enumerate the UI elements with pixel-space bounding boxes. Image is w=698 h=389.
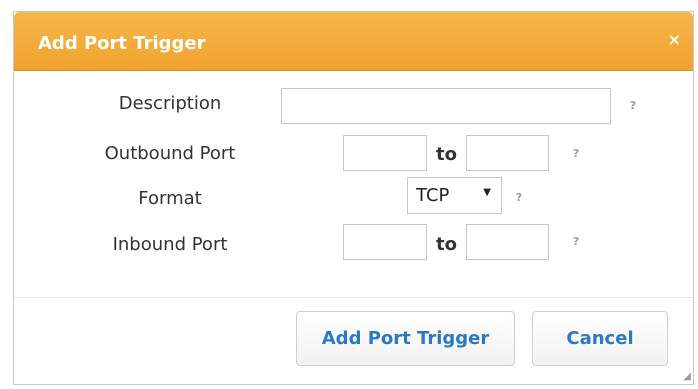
format-label: Format: [138, 188, 202, 209]
add-port-trigger-dialog: Add Port Trigger × Description ? Outboun…: [13, 11, 694, 385]
inbound-port-from-input[interactable]: [343, 224, 427, 260]
inbound-to-label: to: [436, 234, 457, 255]
inbound-port-label: Inbound Port: [112, 234, 228, 255]
outbound-port-from-input[interactable]: [343, 135, 427, 171]
add-port-trigger-button[interactable]: Add Port Trigger: [296, 311, 515, 366]
format-selected-value: TCP: [416, 185, 450, 206]
outbound-port-to-input[interactable]: [466, 135, 549, 171]
format-select[interactable]: TCP ▼: [407, 177, 502, 214]
help-icon[interactable]: ?: [512, 191, 526, 205]
dialog-title: Add Port Trigger: [38, 33, 206, 54]
help-icon[interactable]: ?: [569, 147, 583, 161]
chevron-down-icon: ▼: [483, 187, 491, 198]
description-label: Description: [118, 93, 222, 114]
cancel-button[interactable]: Cancel: [532, 311, 668, 366]
help-icon[interactable]: ?: [626, 99, 640, 113]
outbound-to-label: to: [436, 144, 457, 165]
footer-divider: [14, 297, 693, 298]
outbound-port-label: Outbound Port: [104, 143, 236, 164]
help-icon[interactable]: ?: [569, 235, 583, 249]
dialog-header: Add Port Trigger ×: [14, 12, 693, 71]
description-input[interactable]: [281, 88, 611, 124]
close-icon[interactable]: ×: [668, 30, 681, 49]
inbound-port-to-input[interactable]: [466, 224, 549, 260]
resize-handle-icon[interactable]: ◢: [683, 371, 691, 382]
